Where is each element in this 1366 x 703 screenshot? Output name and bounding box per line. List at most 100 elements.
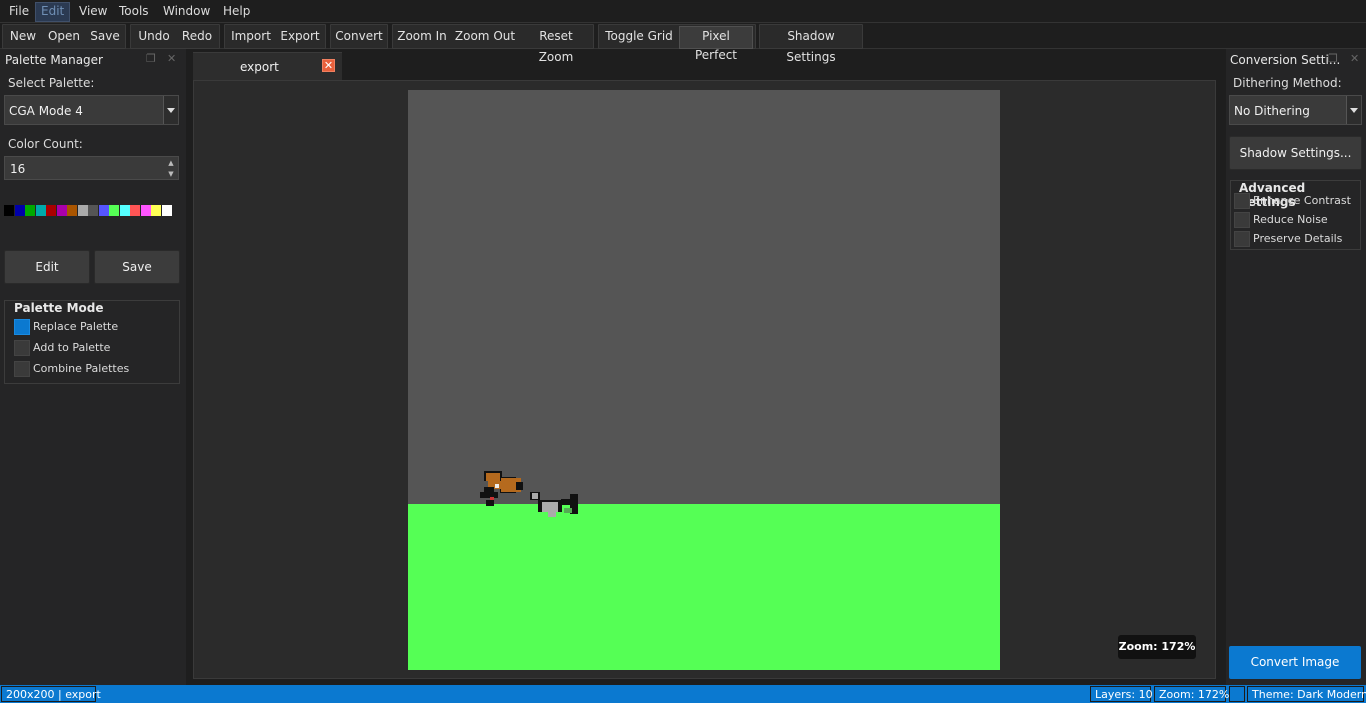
tab-export[interactable]: export ✕ — [193, 52, 342, 80]
history-tool-group: Undo Redo — [130, 24, 220, 49]
zoom-in-button[interactable]: Zoom In — [395, 26, 449, 47]
save-button[interactable]: Save — [87, 26, 123, 47]
dithering-method-select[interactable]: No Dithering — [1229, 95, 1362, 125]
spin-down-icon[interactable]: ▼ — [165, 169, 177, 179]
dog-sprite — [480, 471, 523, 506]
convert-tool-group: Convert — [330, 24, 388, 49]
float-panel-icon[interactable]: ❐ — [1328, 52, 1338, 65]
palette-swatch-15[interactable] — [161, 205, 172, 216]
edit-palette-button[interactable]: Edit — [4, 250, 90, 284]
option-label: Replace Palette — [33, 320, 119, 333]
status-zoom: Zoom: 172% — [1154, 686, 1229, 702]
file-tool-group: New Open Save — [2, 24, 126, 49]
palette-swatch-0[interactable] — [4, 205, 14, 216]
menu-edit[interactable]: Edit — [35, 2, 71, 22]
palette-swatch-6[interactable] — [67, 205, 77, 216]
panel-title: Conversion Setti... — [1230, 53, 1341, 67]
palette-swatch-10[interactable] — [109, 205, 119, 216]
palette-manager-panel: Palette Manager ❐ ✕ Select Palette: CGA … — [0, 49, 186, 685]
chevron-down-icon[interactable] — [163, 96, 178, 124]
status-indicator — [1229, 686, 1245, 702]
menu-bar: File Edit View Tools Window Help — [0, 0, 1366, 23]
close-panel-icon[interactable]: ✕ — [167, 52, 176, 65]
palette-swatch-9[interactable] — [98, 205, 109, 216]
palette-swatch-2[interactable] — [25, 205, 35, 216]
image-canvas[interactable] — [408, 90, 1000, 670]
close-icon[interactable]: ✕ — [322, 59, 335, 72]
shadow-tool-group: Shadow Settings — [759, 24, 863, 64]
zoom-tool-group: Zoom In Zoom Out Reset Zoom — [392, 24, 594, 64]
open-button[interactable]: Open — [45, 26, 83, 47]
menu-view[interactable]: View — [74, 2, 112, 20]
option-label: Combine Palettes — [33, 362, 130, 375]
new-button[interactable]: New — [5, 26, 41, 47]
menu-help[interactable]: Help — [218, 2, 255, 20]
select-palette-label: Select Palette: — [8, 76, 95, 90]
convert-image-button[interactable]: Convert Image — [1229, 646, 1361, 679]
close-panel-icon[interactable]: ✕ — [1350, 52, 1359, 65]
option-label: Preserve Details — [1253, 232, 1343, 245]
menu-file[interactable]: File — [4, 2, 34, 20]
palette-swatch-8[interactable] — [88, 205, 98, 216]
palette-swatch-1[interactable] — [14, 205, 25, 216]
palette-swatch-7[interactable] — [77, 205, 88, 216]
color-count-spinbox[interactable]: 16 ▲ ▼ — [4, 156, 179, 180]
color-count-value: 16 — [10, 162, 26, 176]
float-panel-icon[interactable]: ❐ — [146, 52, 156, 65]
dithering-method-label: Dithering Method: — [1233, 76, 1342, 90]
advanced-settings-group: Advanced Settings Enhance Contrast Reduc… — [1230, 180, 1361, 250]
palette-swatch-12[interactable] — [130, 205, 140, 216]
option-label: Add to Palette — [33, 341, 111, 354]
pixel-perfect-toggle[interactable]: Pixel Perfect — [679, 26, 753, 62]
zoom-out-button[interactable]: Zoom Out — [451, 26, 519, 47]
palette-select-value: CGA Mode 4 — [9, 104, 83, 118]
checkbox[interactable] — [1234, 231, 1250, 247]
status-bar: 200x200 | export Layers: 10 Zoom: 172% T… — [0, 685, 1366, 703]
chevron-down-icon[interactable] — [1346, 96, 1361, 124]
checkbox[interactable] — [1234, 193, 1250, 209]
dithering-method-value: No Dithering — [1234, 104, 1310, 118]
shadow-settings-button[interactable]: Shadow Settings — [762, 26, 860, 64]
spin-up-icon[interactable]: ▲ — [165, 158, 177, 168]
option-label: Reduce Noise — [1253, 213, 1328, 226]
undo-button[interactable]: Undo — [133, 26, 175, 47]
checkbox[interactable] — [1234, 212, 1250, 228]
checkbox[interactable] — [14, 361, 30, 377]
palette-swatch-11[interactable] — [119, 205, 130, 216]
palette-swatch-14[interactable] — [151, 205, 161, 216]
color-count-label: Color Count: — [8, 137, 83, 151]
toolbar: New Open Save Undo Redo Import Export Co… — [0, 23, 1366, 64]
status-theme: Theme: Dark Modern — [1247, 686, 1366, 702]
option-label: Enhance Contrast — [1253, 194, 1351, 207]
menu-tools[interactable]: Tools — [114, 2, 154, 20]
io-tool-group: Import Export — [224, 24, 326, 49]
redo-button[interactable]: Redo — [177, 26, 217, 47]
tab-label: export — [240, 60, 279, 74]
status-layers: Layers: 10 — [1090, 686, 1153, 702]
conversion-settings-panel: Conversion Setti... ❐ ✕ Dithering Method… — [1226, 49, 1366, 685]
toggle-grid-button[interactable]: Toggle Grid — [601, 26, 677, 47]
palette-select[interactable]: CGA Mode 4 — [4, 95, 179, 125]
menu-window[interactable]: Window — [158, 2, 215, 20]
palette-swatch-4[interactable] — [46, 205, 56, 216]
sprites-layer — [480, 471, 578, 517]
convert-button[interactable]: Convert — [333, 26, 385, 47]
status-dimensions: 200x200 | export — [1, 686, 101, 702]
import-button[interactable]: Import — [227, 26, 275, 47]
cat-sprite — [530, 492, 578, 517]
palette-swatch-5[interactable] — [56, 205, 67, 216]
checkbox[interactable] — [14, 340, 30, 356]
zoom-overlay-label: Zoom: 172% — [1118, 635, 1196, 659]
palette-swatch-strip — [4, 205, 172, 216]
export-button[interactable]: Export — [277, 26, 323, 47]
reset-zoom-button[interactable]: Reset Zoom — [521, 26, 591, 64]
palette-mode-group: Palette Mode Replace Palette Add to Pale… — [4, 300, 180, 384]
palette-mode-title: Palette Mode — [13, 301, 105, 315]
panel-title: Palette Manager — [5, 53, 103, 67]
checkbox-checked[interactable] — [14, 319, 30, 335]
view-tool-group: Toggle Grid Pixel Perfect — [598, 24, 756, 62]
shadow-settings-dialog-button[interactable]: Shadow Settings... — [1229, 136, 1362, 170]
save-palette-button[interactable]: Save — [94, 250, 180, 284]
palette-swatch-3[interactable] — [35, 205, 46, 216]
palette-swatch-13[interactable] — [140, 205, 151, 216]
